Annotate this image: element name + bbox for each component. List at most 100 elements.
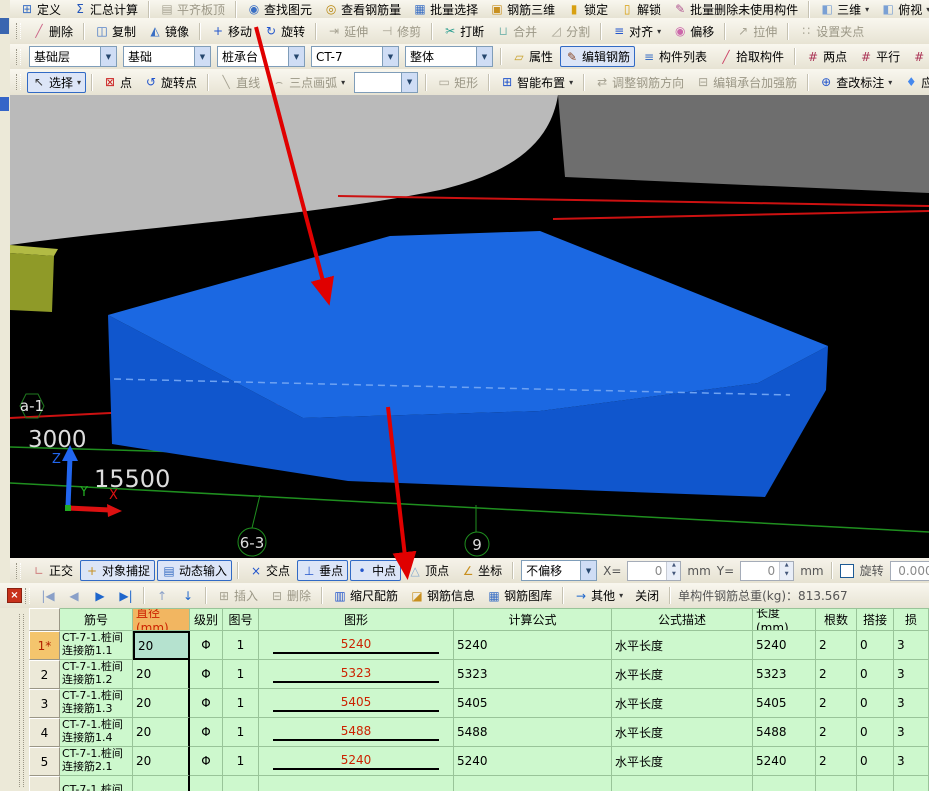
mirror-button[interactable]: ◭ 镜像 <box>143 21 194 42</box>
count-cell[interactable]: 2 <box>816 689 857 718</box>
rebar-id-cell[interactable]: CT-7-1.桩间连接筋1.2 <box>60 660 133 689</box>
length-cell[interactable]: 5240 <box>753 631 816 660</box>
rebar-id-cell[interactable]: CT-7-1.桩间连接筋1.3 <box>60 689 133 718</box>
row-number-cell[interactable]: 1* <box>29 631 60 660</box>
offset-mode-combo[interactable]: 不偏移 ▼ <box>521 560 598 581</box>
column-header-2[interactable]: 直径(mm) <box>133 608 190 631</box>
diameter-cell[interactable]: 20 <box>133 689 190 718</box>
category-combo-dropdown-icon[interactable]: ▼ <box>194 47 210 66</box>
row-number-cell[interactable]: 2 <box>29 660 60 689</box>
table-row[interactable]: 3 CT-7-1.桩间连接筋1.3 20 Φ 1 5405 5405 水平长度 5405 2 0 3 <box>29 689 929 718</box>
column-header-4[interactable]: 图号 <box>223 608 259 631</box>
shape-cell[interactable]: 5488 <box>259 718 454 747</box>
row-number-cell[interactable]: 4 <box>29 718 60 747</box>
lap-cell[interactable]: 0 <box>857 747 894 776</box>
lap-cell[interactable]: 0 <box>857 689 894 718</box>
rotate-checkbox[interactable] <box>839 563 854 578</box>
shape-cell[interactable] <box>259 776 454 791</box>
formula-cell[interactable]: 5405 <box>454 689 612 718</box>
define-button[interactable]: ⊞ 定义 <box>15 0 66 18</box>
grade-cell[interactable] <box>190 776 223 791</box>
count-cell[interactable]: 2 <box>816 631 857 660</box>
align-button[interactable]: ≡ 对齐 ▾ <box>607 21 666 42</box>
loss-cell[interactable]: 3 <box>894 689 929 718</box>
loss-cell[interactable]: 3 <box>894 660 929 689</box>
formula-cell[interactable]: 5488 <box>454 718 612 747</box>
table-row[interactable]: 5 CT-7-1.桩间连接筋2.1 20 Φ 1 5240 5240 水平长度 5240 2 0 3 <box>29 747 929 776</box>
figure-no-cell[interactable]: 1 <box>223 660 259 689</box>
arc-method-combo[interactable]: ▼ <box>354 71 419 93</box>
edit-rebar-button[interactable]: ✎ 编辑钢筋 <box>560 46 636 67</box>
formula-desc-cell[interactable]: 水平长度 <box>612 660 753 689</box>
figure-no-cell[interactable] <box>223 776 259 791</box>
toolbar-grip[interactable] <box>16 48 21 65</box>
offset-mode-combo-dropdown-icon[interactable]: ▼ <box>580 561 597 580</box>
close-table-button[interactable]: 关闭 <box>630 585 664 606</box>
rotate-button[interactable]: ↻ 旋转 <box>259 21 310 42</box>
summary-calc-button[interactable]: Σ 汇总计算 <box>68 0 143 18</box>
element-name-combo-dropdown-icon[interactable]: ▼ <box>382 47 398 66</box>
column-header-11[interactable]: 损 <box>894 608 929 631</box>
y-offset-spinner-updown-icon[interactable]: ▲ ▼ <box>779 561 794 580</box>
count-cell[interactable]: 2 <box>816 660 857 689</box>
row-number-cell[interactable] <box>29 776 60 791</box>
view-rebar-quantity-button[interactable]: ◎ 查看钢筋量 <box>319 0 406 18</box>
table-row[interactable]: CT-7-1.桩间 <box>29 776 929 791</box>
dynamic-input-toggle[interactable]: ▤ 动态输入 <box>157 560 233 581</box>
grade-cell[interactable]: Φ <box>190 747 223 776</box>
display-scope-combo[interactable]: 整体 ▼ <box>405 46 493 67</box>
lap-cell[interactable]: 0 <box>857 660 894 689</box>
diameter-cell[interactable]: 20 <box>133 747 190 776</box>
element-type-combo[interactable]: 桩承台 ▼ <box>217 46 305 67</box>
properties-button[interactable]: ▱ 属性 <box>507 46 558 67</box>
ortho-toggle[interactable]: ∟ 正交 <box>27 560 78 581</box>
toolbar-grip[interactable] <box>16 23 21 39</box>
formula-cell[interactable]: 5240 <box>454 631 612 660</box>
toolbar-grip[interactable] <box>16 74 21 90</box>
pick-component-button[interactable]: ╱ 拾取构件 <box>714 46 789 67</box>
rebar-gallery-button[interactable]: ▦ 钢筋图库 <box>482 585 557 606</box>
break-button[interactable]: ✂ 打断 <box>438 21 489 42</box>
move-row-down-button[interactable]: ↓ <box>176 588 200 604</box>
formula-cell[interactable] <box>454 776 612 791</box>
grade-cell[interactable]: Φ <box>190 660 223 689</box>
lap-cell[interactable] <box>857 776 894 791</box>
parallel-axis-button[interactable]: # 平行 <box>854 46 905 67</box>
table-drag-handle[interactable] <box>19 614 24 787</box>
midpoint-snap-toggle[interactable]: • 中点 <box>350 560 402 581</box>
view-top-mode-button[interactable]: ◧俯视▾ <box>876 0 929 18</box>
offset-button[interactable]: ◉ 偏移 <box>668 21 719 42</box>
figure-no-cell[interactable]: 1 <box>223 747 259 776</box>
column-header-8[interactable]: 长度(mm) <box>753 608 816 631</box>
table-row[interactable]: 1* CT-7-1.桩间连接筋1.1 20 Φ 1 5240 5240 水平长度 5240 2 0 3 <box>29 631 929 660</box>
length-cell[interactable]: 5405 <box>753 689 816 718</box>
rebar-id-cell[interactable]: CT-7-1.桩间连接筋2.1 <box>60 747 133 776</box>
grade-cell[interactable]: Φ <box>190 718 223 747</box>
two-point-axis-button[interactable]: # 两点 <box>801 46 852 67</box>
diameter-cell[interactable]: 20 <box>133 718 190 747</box>
rebar-id-cell[interactable]: CT-7-1.桩间连接筋1.4 <box>60 718 133 747</box>
component-list-button[interactable]: ≡ 构件列表 <box>637 46 712 67</box>
lap-cell[interactable]: 0 <box>857 631 894 660</box>
viewport-3d[interactable]: a-1 3000 15500 6-3 9 Z X Y <box>10 95 929 558</box>
display-scope-combo-dropdown-icon[interactable]: ▼ <box>476 47 492 66</box>
count-cell[interactable]: 2 <box>816 718 857 747</box>
count-cell[interactable]: 2 <box>816 747 857 776</box>
table-row[interactable]: 4 CT-7-1.桩间连接筋1.4 20 Φ 1 5488 5488 水平长度 5488 2 0 3 <box>29 718 929 747</box>
diameter-cell[interactable]: 20 <box>133 660 190 689</box>
rotate-point-button[interactable]: ↺ 旋转点 <box>139 72 202 93</box>
length-cell[interactable]: 5323 <box>753 660 816 689</box>
diameter-cell[interactable] <box>133 776 190 791</box>
shape-cell[interactable]: 5323 <box>259 660 454 689</box>
column-header-5[interactable]: 图形 <box>259 608 454 631</box>
toolbar-grip[interactable] <box>25 587 30 604</box>
table-row[interactable]: 2 CT-7-1.桩间连接筋1.2 20 Φ 1 5323 5323 水平长度 5323 2 0 3 <box>29 660 929 689</box>
point-place-button[interactable]: ⊠ 点 <box>98 72 137 93</box>
column-header-10[interactable]: 搭接 <box>857 608 894 631</box>
lock-button[interactable]: ▮ 锁定 <box>562 0 613 18</box>
loss-cell[interactable]: 3 <box>894 718 929 747</box>
length-cell[interactable]: 5240 <box>753 747 816 776</box>
perpendicular-snap-toggle[interactable]: ⊥ 垂点 <box>297 560 349 581</box>
toolbar-grip[interactable] <box>16 562 21 579</box>
row-number-cell[interactable]: 5 <box>29 747 60 776</box>
